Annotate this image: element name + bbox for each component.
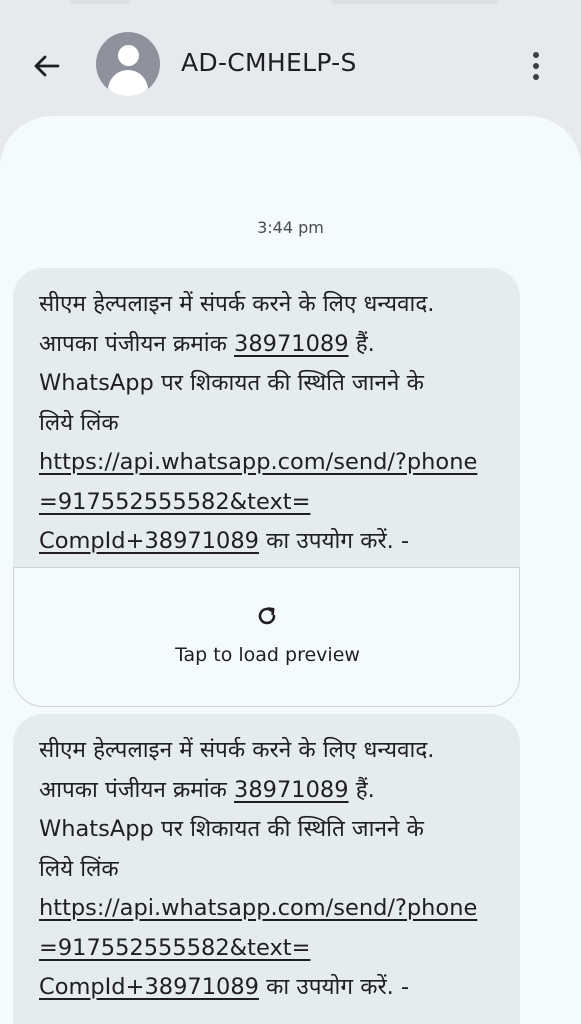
- message-line: आपका पंजीयन क्रमांक 38971089 हैं.: [39, 771, 494, 811]
- whatsapp-link[interactable]: https://api.whatsapp.com/send/?phone: [39, 895, 477, 921]
- back-button[interactable]: [22, 46, 70, 86]
- message-line-suffix: हैं.: [348, 776, 375, 803]
- status-icons-right: [330, 0, 500, 4]
- messages-app: AD-CMHELP-S 3:44 pm सीएम हेल्पलाइन में स…: [0, 0, 581, 1024]
- whatsapp-link-line: https://api.whatsapp.com/send/?phone: [39, 443, 494, 483]
- arrow-back-icon: [34, 55, 60, 77]
- message-timestamp: 3:44 pm: [257, 218, 324, 237]
- message-line-end: का उपयोग करें. -: [258, 974, 410, 1000]
- message-bubble[interactable]: सीएम हेल्पलाइन में संपर्क करने के लिए धन…: [13, 268, 520, 568]
- more-vert-icon: [533, 52, 539, 58]
- more-vert-icon-dot: [533, 63, 539, 69]
- message-line-end: का उपयोग करें. -: [258, 528, 410, 554]
- whatsapp-link[interactable]: CompId+38971089: [39, 974, 259, 1000]
- registration-number[interactable]: 38971089: [234, 331, 349, 357]
- contact-avatar[interactable]: [96, 32, 160, 96]
- load-preview-label: Tap to load preview: [175, 644, 360, 666]
- more-options-button[interactable]: [520, 46, 552, 86]
- message-bubble[interactable]: सीएम हेल्पलाइन में संपर्क करने के लिए धन…: [13, 714, 520, 1024]
- registration-number[interactable]: 38971089: [234, 777, 349, 803]
- whatsapp-link[interactable]: CompId+38971089: [39, 528, 259, 554]
- whatsapp-link-line: =917552555582&text=: [39, 483, 494, 523]
- whatsapp-link-line: https://api.whatsapp.com/send/?phone: [39, 889, 494, 929]
- whatsapp-link-line: =917552555582&text=: [39, 929, 494, 969]
- whatsapp-link[interactable]: =917552555582&text=: [39, 489, 310, 515]
- message-line-suffix: हैं.: [348, 330, 375, 357]
- person-icon: [118, 45, 139, 66]
- conversation-header: AD-CMHELP-S: [0, 18, 581, 110]
- message-line: WhatsApp पर शिकायत की स्थिति जानने के: [39, 816, 424, 842]
- message-text: सीएम हेल्पलाइन में संपर्क करने के लिए धन…: [39, 285, 494, 562]
- status-bar: [0, 0, 581, 12]
- message-line: लिये लिंक: [39, 409, 119, 436]
- message-line: लिये लिंक: [39, 855, 119, 882]
- message-line: सीएम हेल्पलाइन में संपर्क करने के लिए धन…: [39, 291, 435, 317]
- more-vert-icon-dot: [533, 74, 539, 80]
- message-line: CompId+38971089 का उपयोग करें. -: [39, 522, 494, 562]
- message-line-prefix: आपका पंजीयन क्रमांक: [39, 776, 235, 803]
- message-line: सीएम हेल्पलाइन में संपर्क करने के लिए धन…: [39, 737, 435, 763]
- message-line: WhatsApp पर शिकायत की स्थिति जानने के: [39, 370, 424, 396]
- message-line: CompId+38971089 का उपयोग करें. -: [39, 968, 494, 1008]
- whatsapp-link[interactable]: https://api.whatsapp.com/send/?phone: [39, 449, 477, 475]
- link-preview-card[interactable]: Tap to load preview: [13, 567, 520, 707]
- status-icons-left: [70, 0, 130, 4]
- message-line: आपका पंजीयन क्रमांक 38971089 हैं.: [39, 325, 494, 365]
- whatsapp-link[interactable]: =917552555582&text=: [39, 935, 310, 961]
- message-text: सीएम हेल्पलाइन में संपर्क करने के लिए धन…: [39, 731, 494, 1008]
- contact-name[interactable]: AD-CMHELP-S: [181, 48, 357, 77]
- reload-icon: [258, 607, 276, 625]
- message-line-prefix: आपका पंजीयन क्रमांक: [39, 330, 235, 357]
- person-icon-body: [108, 70, 148, 96]
